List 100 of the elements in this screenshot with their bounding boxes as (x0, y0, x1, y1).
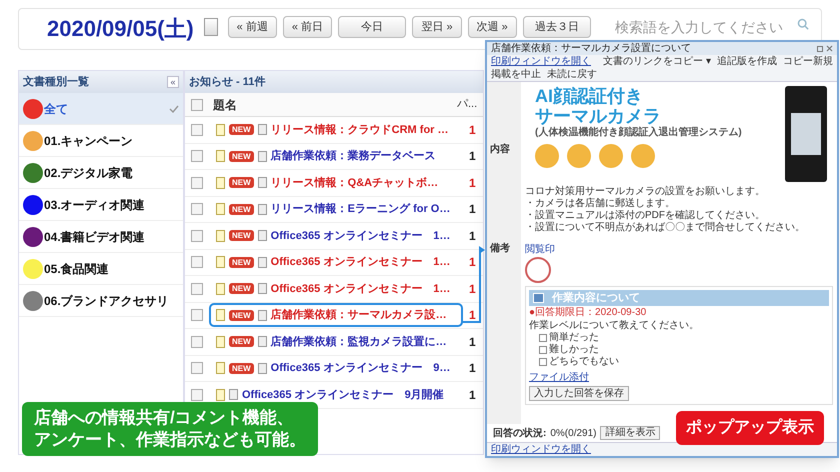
stamp-label: 閲覧印 (525, 244, 555, 256)
print-window-link[interactable]: 印刷ウィンドウを開く (491, 55, 591, 68)
category-label: 04.書籍ビデオ関連 (44, 228, 146, 246)
option-label: 難しかった (549, 344, 599, 356)
restore-icon[interactable] (817, 46, 823, 52)
count-cell-text: 1 (468, 280, 477, 298)
option-checkbox[interactable] (539, 334, 547, 342)
popup-callout: ポップアップ表示 (676, 411, 824, 445)
document-icon (258, 177, 267, 188)
notice-title[interactable]: 店舗作業依頼：監視カメラ設置に… (270, 334, 447, 350)
body-text: ・カメラは各店舗に郵送します。 (525, 198, 676, 210)
note-icon (216, 388, 225, 401)
notice-title[interactable]: Office365 オンラインセミナー 9月開催 (242, 386, 444, 403)
status-value: 0%(0/291) (550, 426, 596, 440)
note-icon (216, 230, 225, 242)
feature-icon (599, 144, 623, 168)
category-item[interactable]: 全て (19, 93, 183, 125)
category-label: 全て (44, 100, 69, 118)
search-icon[interactable] (797, 16, 810, 32)
row-checkbox[interactable] (191, 150, 203, 162)
body-text: コロナ対策用サーマルカメラの設置をお願いします。 (525, 186, 766, 198)
new-badge: NEW (229, 230, 254, 242)
new-badge: NEW (229, 204, 254, 215)
count-cell-text: 1 (468, 307, 477, 324)
column-header[interactable]: パ... (457, 96, 483, 113)
row-checkbox[interactable] (191, 388, 203, 401)
toolbar-action[interactable]: 未読に戻す (547, 68, 597, 81)
row-checkbox[interactable] (191, 336, 203, 348)
column-header[interactable]: 題名 (213, 96, 457, 114)
row-checkbox[interactable] (191, 256, 203, 268)
detail-button[interactable]: 詳細を表示 (600, 426, 660, 440)
new-badge: NEW (229, 336, 254, 348)
close-icon[interactable] (826, 45, 833, 52)
row-checkbox[interactable] (191, 176, 203, 189)
option-checkbox[interactable] (539, 358, 547, 366)
row-checkbox[interactable] (191, 124, 203, 136)
count-cell-text: 1 (468, 148, 477, 166)
option-label: どちらでもない (549, 356, 619, 368)
category-label: 06.ブランドアクセサリ (44, 292, 170, 310)
document-icon (258, 124, 267, 136)
document-icon (258, 310, 267, 321)
count-cell-text: 1 (468, 360, 477, 378)
new-badge: NEW (229, 124, 254, 136)
deadline-text: ●回答期限日：2020-09-30 (529, 306, 646, 319)
feature-icon (567, 144, 591, 168)
body-text: ・設置マニュアルは添付のPDFを確認してください。 (525, 210, 766, 222)
notice-title[interactable]: リリース情報：Q&Aチャットボ… (270, 174, 438, 191)
save-answer-button[interactable]: 入力した回答を保存 (529, 386, 629, 401)
count-cell-text: 1 (468, 201, 477, 218)
new-badge: NEW (229, 310, 254, 321)
nav-button[interactable]: 次週 » (468, 16, 517, 38)
notice-title[interactable]: Office365 オンラインセミナー 1… (270, 280, 450, 297)
note-icon (216, 336, 225, 348)
notice-title[interactable]: Office365 オンラインセミナー 9… (270, 360, 450, 376)
row-checkbox[interactable] (191, 282, 203, 295)
attach-file-link[interactable]: ファイル添付 (529, 372, 589, 384)
row-checkbox[interactable] (191, 230, 203, 242)
option-checkbox[interactable] (539, 346, 547, 354)
banner-heading: サーマルカメラ (535, 106, 662, 126)
survey-icon (533, 293, 544, 303)
new-badge: NEW (229, 283, 254, 294)
count-cell-text: 1 (468, 174, 477, 192)
nav-button[interactable]: « 前週 (228, 16, 277, 38)
document-icon (258, 283, 267, 294)
toolbar-action[interactable]: 掲載を中止 (491, 68, 541, 81)
note-icon (216, 150, 225, 162)
notice-title[interactable]: 店舗作業依頼：サーマルカメラ設… (270, 307, 447, 324)
banner-subheading: (人体検温機能付き顔認証入退出管理システム) (535, 126, 742, 139)
count-cell-text: 1 (468, 254, 477, 272)
collapse-button[interactable]: « (167, 76, 179, 88)
count-cell-text: 1 (468, 334, 477, 351)
notice-title[interactable]: リリース情報：Eラーニング for O… (270, 201, 450, 218)
feature-icon (535, 144, 559, 168)
toolbar-action[interactable]: 文書のリンクをコピー ▾ (603, 55, 711, 68)
notice-title[interactable]: リリース情報：クラウドCRM for … (270, 122, 448, 138)
toolbar-action[interactable]: コピー新規 (783, 55, 833, 68)
row-checkbox[interactable] (191, 309, 203, 322)
toolbar-action[interactable]: 追記版を作成 (717, 55, 777, 68)
nav-button[interactable]: 翌日 » (412, 16, 462, 38)
select-all-checkbox[interactable] (191, 98, 203, 110)
document-icon (258, 204, 267, 215)
notice-title[interactable]: 店舗作業依頼：業務データベース (270, 148, 436, 164)
category-label: 02.デジタル家電 (44, 164, 134, 182)
option-label: 簡単だった (549, 332, 599, 344)
document-icon (258, 362, 267, 374)
feature-icon (631, 144, 655, 168)
notice-title[interactable]: Office365 オンラインセミナー 1… (270, 254, 450, 270)
note-icon (216, 282, 225, 295)
nav-button[interactable]: 今日 (338, 16, 406, 38)
row-checkbox[interactable] (191, 203, 203, 216)
document-icon (258, 256, 267, 268)
document-icon (258, 336, 267, 348)
row-checkbox[interactable] (191, 362, 203, 374)
category-label: 05.食品関連 (44, 260, 110, 278)
notice-title[interactable]: Office365 オンラインセミナー 1… (270, 228, 450, 244)
new-badge: NEW (229, 362, 254, 374)
nav-button[interactable]: « 前日 (282, 16, 332, 38)
calendar-icon[interactable] (204, 18, 218, 36)
note-icon (216, 203, 225, 216)
nav-button[interactable]: 過去３日 (522, 16, 592, 38)
